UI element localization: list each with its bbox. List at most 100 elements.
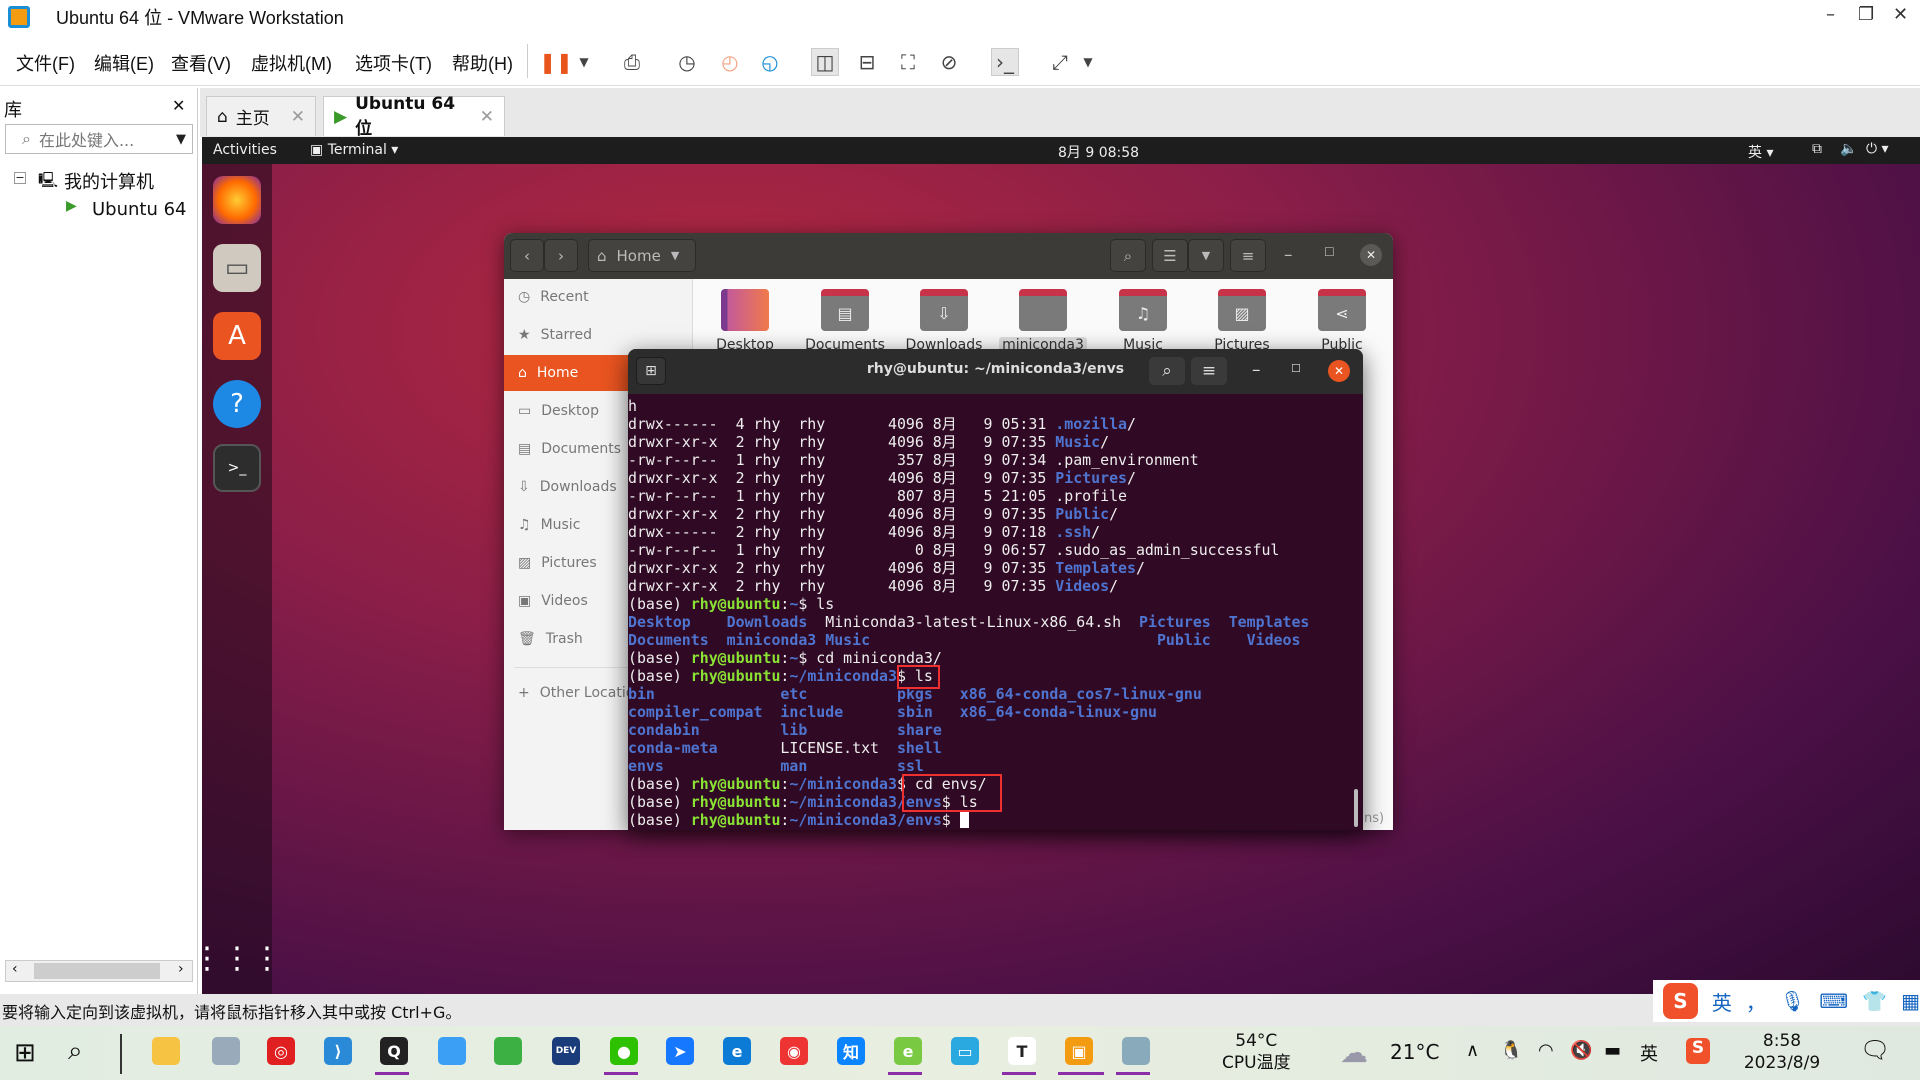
search-icon[interactable]: ⌕	[1149, 357, 1185, 385]
library-hscrollbar[interactable]: ‹ ›	[5, 960, 193, 982]
library-close-button[interactable]: ✕	[172, 96, 185, 115]
clock[interactable]: 8月 9 08:58	[1058, 142, 1139, 162]
close-button[interactable]: ✕	[1360, 244, 1382, 266]
terminal-output[interactable]: h drwx------ 4 rhy rhy 4096 8月 9 05:31 .m…	[628, 397, 1350, 829]
toolbox-icon[interactable]: ▦	[1901, 989, 1920, 1013]
scroll-right-icon[interactable]: ›	[178, 961, 184, 977]
search-button[interactable]: ⌕	[1110, 239, 1146, 272]
minimize-button[interactable]: –	[1252, 360, 1261, 380]
app-icon[interactable]	[494, 1037, 522, 1065]
qq-icon[interactable]: Q	[380, 1037, 408, 1065]
menu-button[interactable]: ≡	[1230, 239, 1266, 272]
menu-vm[interactable]: 虚拟机(M)	[251, 50, 332, 76]
power-icon[interactable]: ⏻ ▾	[1866, 141, 1889, 157]
ime-punct[interactable]: ，	[1746, 987, 1766, 1016]
pause-icon[interactable]: ❚❚	[539, 48, 573, 76]
menu-help[interactable]: 帮助(H)	[452, 50, 513, 76]
view-options-dropdown[interactable]: ▼	[1188, 239, 1224, 272]
app-icon[interactable]	[1122, 1037, 1150, 1065]
unity-icon[interactable]: ⊘	[935, 48, 963, 76]
tab-ubuntu[interactable]: ▶ Ubuntu 64 位 ✕	[323, 94, 505, 139]
wifi-icon[interactable]: ◠	[1538, 1040, 1554, 1061]
console-view-icon[interactable]: ›_	[991, 48, 1019, 76]
vscode-icon[interactable]: ⟩	[324, 1037, 352, 1065]
app-icon[interactable]: ➤	[666, 1037, 694, 1065]
wechat-icon[interactable]: ●	[610, 1037, 638, 1065]
file-explorer-icon[interactable]	[152, 1037, 180, 1065]
tree-my-computer[interactable]: 我的计算机	[64, 168, 154, 194]
terminal-window[interactable]: ⊞ rhy@ubuntu: ~/miniconda3/envs ⌕ ≡ – ☐ …	[628, 349, 1363, 830]
activities-button[interactable]: Activities	[213, 142, 277, 158]
close-tab-icon[interactable]: ✕	[480, 107, 494, 127]
minimize-button[interactable]: –	[1826, 4, 1835, 25]
ie-icon[interactable]: e	[894, 1037, 922, 1065]
app-icon[interactable]	[438, 1037, 466, 1065]
weather-cloud-icon[interactable]: ☁	[1340, 1036, 1368, 1069]
keyboard-icon[interactable]: ⌨	[1819, 989, 1848, 1013]
battery-icon[interactable]: ▬	[1604, 1040, 1621, 1061]
software-icon[interactable]: A	[213, 312, 261, 360]
sidebar-item-starred[interactable]: ★ Starred	[504, 317, 693, 353]
dropdown-icon[interactable]: ▼	[176, 132, 186, 147]
search-icon[interactable]: ⌕	[68, 1036, 83, 1067]
folder-pictures[interactable]: ▨ Pictures	[1197, 289, 1287, 353]
folder-desktop[interactable]: Desktop	[700, 289, 790, 353]
terminal-app-menu[interactable]: ▣ Terminal ▾	[310, 142, 398, 158]
close-button[interactable]: ✕	[1893, 4, 1908, 25]
maximize-button[interactable]: ☐	[1291, 362, 1301, 375]
scrollbar-thumb[interactable]	[34, 963, 160, 979]
devcpp-icon[interactable]: DEV	[552, 1037, 580, 1065]
chrome-icon[interactable]: ◉	[780, 1037, 808, 1065]
stretch-icon[interactable]: ⤢	[1046, 48, 1074, 76]
vmware-icon[interactable]: ▣	[1065, 1037, 1093, 1065]
collapse-icon[interactable]: −	[14, 172, 26, 184]
folder-documents[interactable]: ▤ Documents	[800, 289, 890, 353]
sogou-tray-icon[interactable]: S	[1686, 1038, 1710, 1064]
menu-icon[interactable]: ≡	[1191, 357, 1227, 385]
maximize-button[interactable]: ❐	[1858, 4, 1874, 25]
menu-file[interactable]: 文件(F)	[16, 50, 75, 76]
library-search-input[interactable]: ⌕ 在此处键入... ▼	[5, 124, 193, 154]
weather-temp[interactable]: 21°C	[1390, 1040, 1439, 1064]
files-icon[interactable]: ▭	[213, 244, 261, 292]
show-apps-icon[interactable]: ⋮⋮⋮	[192, 934, 282, 982]
ime-indicator[interactable]: 英	[1640, 1040, 1658, 1066]
skin-icon[interactable]: 👕	[1862, 989, 1887, 1013]
thumbnail-bar-icon[interactable]: ⊟	[853, 48, 881, 76]
sogou-ime-bar[interactable]: S 英 ， 🎙 ⌨ 👕 ▦	[1653, 980, 1920, 1022]
firefox-icon[interactable]	[213, 176, 261, 224]
location-button[interactable]: ⌂ Home ▼	[588, 239, 696, 272]
tab-home[interactable]: ⌂ 主页 ✕	[206, 96, 316, 136]
send-ctrl-alt-del-icon[interactable]: ⎙	[618, 48, 646, 76]
qq-tray-icon[interactable]: 🐧	[1500, 1040, 1522, 1061]
menu-tabs[interactable]: 选项卡(T)	[355, 50, 432, 76]
pause-dropdown-icon[interactable]: ▼	[570, 48, 598, 76]
scroll-left-icon[interactable]: ‹	[12, 961, 18, 977]
list-view-icon[interactable]: ☰	[1152, 239, 1188, 272]
forward-button[interactable]: ›	[544, 239, 578, 272]
maximize-button[interactable]: ☐	[1324, 245, 1335, 259]
volume-muted-icon[interactable]: 🔇	[1570, 1040, 1592, 1061]
windows-start-icon[interactable]: ⊞	[14, 1038, 36, 1068]
menu-view[interactable]: 查看(V)	[171, 50, 231, 76]
microphone-icon[interactable]: 🎙	[1780, 989, 1805, 1013]
show-hidden-icons[interactable]: ∧	[1466, 1040, 1479, 1061]
terminal-scrollbar[interactable]	[1354, 789, 1358, 827]
close-tab-icon[interactable]: ✕	[291, 107, 305, 127]
help-icon[interactable]: ?	[213, 380, 261, 428]
folder-downloads[interactable]: ⇩ Downloads	[899, 289, 989, 353]
taskbar-clock[interactable]: 8:58 2023/8/9	[1732, 1030, 1832, 1074]
minimize-button[interactable]: –	[1284, 245, 1293, 265]
full-screen-icon[interactable]: ⛶	[894, 48, 922, 76]
folder-public[interactable]: ⋖ Public	[1297, 289, 1387, 353]
volume-icon[interactable]: 🔈	[1840, 141, 1857, 157]
app-icon[interactable]	[212, 1037, 240, 1065]
snapshot-icon[interactable]: ◷	[673, 48, 701, 76]
menu-edit[interactable]: 编辑(E)	[94, 50, 154, 76]
tree-ubuntu-vm[interactable]: Ubuntu 64 位	[92, 195, 192, 221]
folder-miniconda3[interactable]: miniconda3	[998, 289, 1088, 353]
edge-icon[interactable]: e	[723, 1037, 751, 1065]
stretch-dropdown-icon[interactable]: ▼	[1074, 48, 1102, 76]
close-button[interactable]: ✕	[1328, 360, 1350, 382]
network-icon[interactable]: ⧉	[1812, 141, 1822, 157]
